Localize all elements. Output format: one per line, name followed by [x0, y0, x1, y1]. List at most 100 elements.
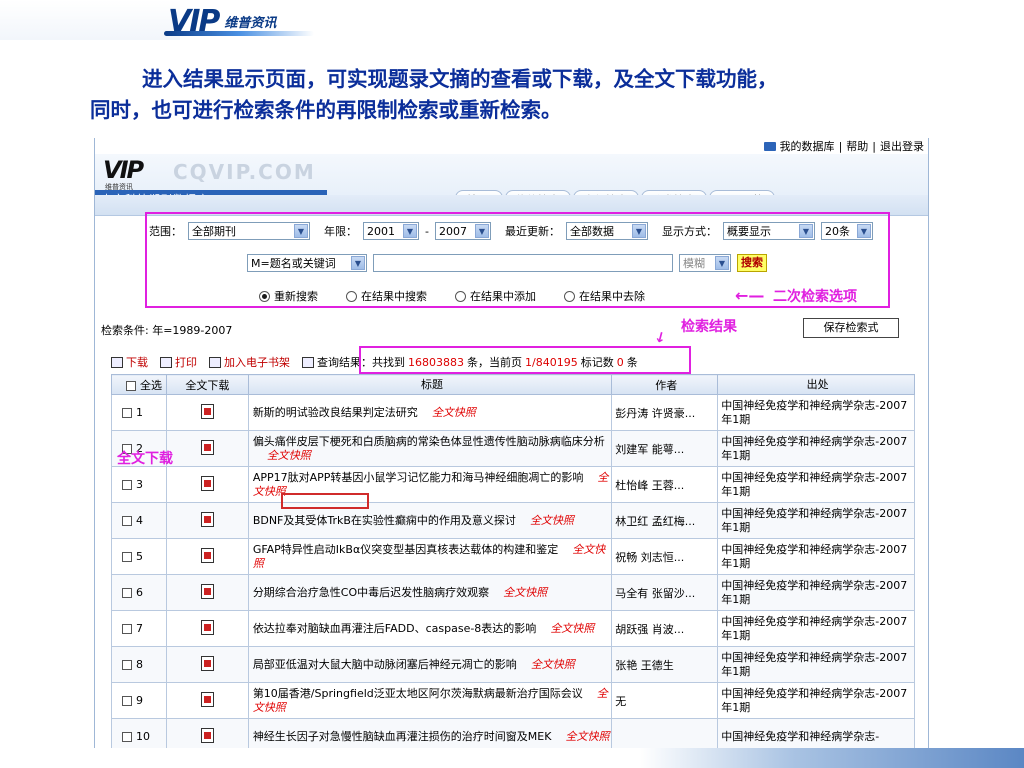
row-source[interactable]: 中国神经免疫学和神经病学杂志-2007年1期 [717, 394, 915, 431]
title-header[interactable]: 标题 [247, 374, 613, 395]
row-source[interactable]: 中国神经免疫学和神经病学杂志-2007年1期 [717, 574, 915, 611]
row-title[interactable]: GFAP特异性启动IkBα仪突变型基因真核表达载体的构建和鉴定 全文快照 [247, 538, 613, 575]
fulltext-snapshot-link[interactable]: 全文快照 [565, 730, 609, 743]
row-select[interactable]: 9 [111, 682, 167, 719]
site-logo[interactable]: VIP 维普资讯 CQVIP.COM [101, 156, 314, 192]
row-author[interactable]: 杜怡峰 王蓉... [611, 466, 719, 503]
row-pdf[interactable] [165, 466, 249, 503]
row-pdf[interactable] [165, 610, 249, 647]
row-checkbox[interactable] [122, 480, 132, 490]
row-select[interactable]: 8 [111, 646, 167, 683]
row-source[interactable]: 中国神经免疫学和神经病学杂志-2007年1期 [717, 538, 915, 575]
pdf-icon[interactable] [200, 403, 214, 419]
table-row: 8 局部亚低温对大鼠大脑中动脉闭塞后神经元凋亡的影响 全文快照 张艳 王德生 中国神经免… [111, 646, 915, 683]
table-row: 1 新斯的明试验改良结果判定法研究 全文快照 彭丹涛 许贤豪... 中国神经免疫学和神经… [111, 394, 915, 431]
row-select[interactable]: 5 [111, 538, 167, 575]
row-author[interactable] [611, 718, 719, 748]
pdf-icon[interactable] [200, 583, 214, 599]
row-author[interactable]: 祝畅 刘志恒... [611, 538, 719, 575]
print-button[interactable]: 打印 [160, 354, 197, 370]
row-source[interactable]: 中国神经免疫学和神经病学杂志-2007年1期 [717, 682, 915, 719]
row-source[interactable]: 中国神经免疫学和神经病学杂志-2007年1期 [717, 610, 915, 647]
row-title[interactable]: 依达拉奉对脑缺血再灌注后FADD、caspase-8表达的影响 全文快照 [247, 610, 613, 647]
fulltext-snapshot-link[interactable]: 全文快照 [432, 406, 476, 419]
row-checkbox[interactable] [122, 624, 132, 634]
pdf-icon[interactable] [200, 727, 214, 743]
row-title[interactable]: 第10届香港/Springfield泛亚太地区阿尔茨海默病最新治疗国际会议 全文快… [247, 682, 613, 719]
row-pdf[interactable] [165, 538, 249, 575]
pdf-icon[interactable] [200, 511, 214, 527]
fulltext-snapshot-link[interactable]: 全文快照 [550, 622, 594, 635]
row-source[interactable]: 中国神经免疫学和神经病学杂志-2007年1期 [717, 430, 915, 467]
my-database-link[interactable]: 我的数据库 [780, 138, 835, 154]
title-link[interactable]: BDNF及其受体TrkB在实验性癫痫中的作用及意义探讨 [253, 514, 516, 527]
row-checkbox[interactable] [122, 516, 132, 526]
row-select[interactable]: 6 [111, 574, 167, 611]
row-pdf[interactable] [165, 430, 249, 467]
select-all-header[interactable]: 全选 [111, 374, 167, 395]
row-pdf[interactable] [165, 718, 249, 748]
row-author[interactable]: 胡跃强 肖波... [611, 610, 719, 647]
row-source[interactable]: 中国神经免疫学和神经病学杂志- [717, 718, 915, 748]
pdf-icon[interactable] [200, 691, 214, 707]
row-author[interactable]: 张艳 王德生 [611, 646, 719, 683]
row-pdf[interactable] [165, 394, 249, 431]
row-title[interactable]: 神经生长因子对急慢性脑缺血再灌注损伤的治疗时间窗及MEK 全文快照 [247, 718, 613, 748]
row-title[interactable]: 偏头痛伴皮层下梗死和白质脑病的常染色体显性遗传性脑动脉病临床分析全文快照 [247, 430, 613, 467]
row-select[interactable]: 1 [111, 394, 167, 431]
pdf-icon[interactable] [200, 619, 214, 635]
row-checkbox[interactable] [122, 696, 132, 706]
row-author[interactable]: 无 [611, 682, 719, 719]
title-link[interactable]: 依达拉奉对脑缺血再灌注后FADD、caspase-8表达的影响 [253, 622, 537, 635]
pdf-icon[interactable] [200, 475, 214, 491]
row-checkbox[interactable] [122, 660, 132, 670]
row-author[interactable]: 马全有 张留沙... [611, 574, 719, 611]
row-checkbox[interactable] [122, 732, 132, 742]
title-link[interactable]: 局部亚低温对大鼠大脑中动脉闭塞后神经元凋亡的影响 [253, 658, 517, 671]
row-select[interactable]: 3 [111, 466, 167, 503]
title-link[interactable]: GFAP特异性启动IkBα仪突变型基因真核表达载体的构建和鉴定 [253, 543, 558, 556]
row-pdf[interactable] [165, 682, 249, 719]
fulltext-snapshot-link[interactable]: 全文快照 [531, 658, 575, 671]
pdf-icon[interactable] [200, 547, 214, 563]
fulltext-snapshot-link[interactable]: 全文快照 [267, 449, 311, 462]
row-author[interactable]: 林卫红 孟红梅... [611, 502, 719, 539]
fulltext-snapshot-link[interactable]: 全文快照 [503, 586, 547, 599]
row-pdf[interactable] [165, 646, 249, 683]
row-title[interactable]: 新斯的明试验改良结果判定法研究 全文快照 [247, 394, 613, 431]
title-link[interactable]: 分期综合治疗急性CO中毒后迟发性脑病疗效观察 [253, 586, 489, 599]
row-select[interactable]: 10 [111, 718, 167, 748]
row-pdf[interactable] [165, 574, 249, 611]
pdf-icon[interactable] [200, 439, 214, 455]
row-author[interactable]: 彭丹涛 许贤豪... [611, 394, 719, 431]
row-checkbox[interactable] [122, 588, 132, 598]
row-select[interactable]: 7 [111, 610, 167, 647]
table-row: 3 APP17肽对APP转基因小鼠学习记忆能力和海马神经细胞凋亡的影响 全文快照 杜怡… [111, 466, 915, 503]
row-author[interactable]: 刘建军 能萼... [611, 430, 719, 467]
row-title[interactable]: 局部亚低温对大鼠大脑中动脉闭塞后神经元凋亡的影响 全文快照 [247, 646, 613, 683]
row-checkbox[interactable] [122, 408, 132, 418]
pdf-icon[interactable] [200, 655, 214, 671]
download-button[interactable]: 下载 [111, 354, 148, 370]
row-source[interactable]: 中国神经免疫学和神经病学杂志-2007年1期 [717, 646, 915, 683]
title-link[interactable]: 新斯的明试验改良结果判定法研究 [253, 406, 418, 419]
row-source[interactable]: 中国神经免疫学和神经病学杂志-2007年1期 [717, 466, 915, 503]
add-shelf-button[interactable]: 加入电子书架 [209, 354, 290, 370]
row-checkbox[interactable] [122, 552, 132, 562]
title-link[interactable]: 神经生长因子对急慢性脑缺血再灌注损伤的治疗时间窗及MEK [253, 730, 552, 743]
help-link[interactable]: 帮助 [846, 138, 868, 154]
annotation-fulltext-download: 全文下载 [117, 451, 173, 467]
save-query-button[interactable]: 保存检索式 [803, 318, 899, 338]
row-source[interactable]: 中国神经免疫学和神经病学杂志-2007年1期 [717, 502, 915, 539]
fulltext-snapshot-link[interactable]: 全文快照 [530, 514, 574, 527]
source-header[interactable]: 出处 [717, 374, 915, 395]
author-header[interactable]: 作者 [611, 374, 719, 395]
row-select[interactable]: 4 [111, 502, 167, 539]
title-link[interactable]: 偏头痛伴皮层下梗死和白质脑病的常染色体显性遗传性脑动脉病临床分析 [253, 435, 605, 448]
row-title[interactable]: 分期综合治疗急性CO中毒后迟发性脑病疗效观察 全文快照 [247, 574, 613, 611]
logout-link[interactable]: 退出登录 [880, 138, 924, 154]
row-pdf[interactable] [165, 502, 249, 539]
title-link[interactable]: 第10届香港/Springfield泛亚太地区阿尔茨海默病最新治疗国际会议 [253, 687, 583, 700]
title-link[interactable]: APP17肽对APP转基因小鼠学习记忆能力和海马神经细胞凋亡的影响 [253, 471, 584, 484]
table-row: 5 GFAP特异性启动IkBα仪突变型基因真核表达载体的构建和鉴定 全文快照 祝畅 刘… [111, 538, 915, 575]
